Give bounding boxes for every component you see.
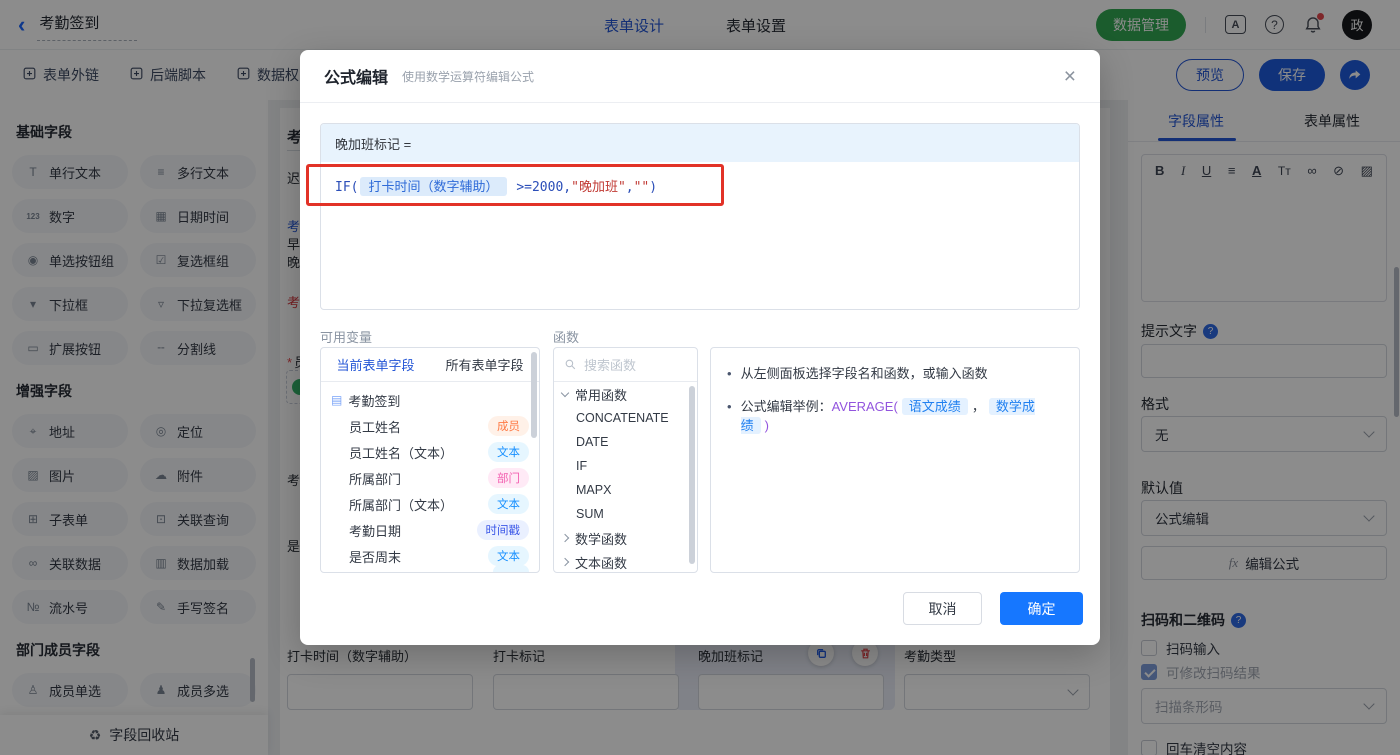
function-group-常用函数[interactable]: 常用函数 (554, 382, 697, 406)
confirm-button[interactable]: 确定 (1000, 592, 1083, 625)
variable-name: 所属部门（文本） (349, 497, 454, 513)
variables-tab-当前表单字段[interactable]: 当前表单字段 (321, 348, 430, 381)
function-item-IF[interactable]: IF (554, 454, 697, 478)
tip-text: ) (764, 418, 769, 433)
formula-target: 晚加班标记 = (321, 124, 1079, 162)
function-group-label: 常用函数 (575, 387, 628, 403)
formula-token: "" (633, 180, 650, 195)
form-file-icon: ▤ (331, 393, 343, 407)
tip-text: ， (971, 398, 985, 414)
variable-row[interactable]: 考勤日期 时间戳 (321, 517, 539, 543)
formula-token: IF( (335, 180, 359, 195)
variable-type-tag: 文本 (488, 546, 529, 566)
cancel-button[interactable]: 取消 (903, 592, 982, 625)
variable-row[interactable]: 所属部门 部门 (321, 465, 539, 491)
formula-token: , (625, 180, 634, 195)
functions-scrollbar[interactable] (689, 386, 695, 564)
variable-row[interactable]: 员工姓名（文本） 文本 (321, 439, 539, 465)
search-icon (565, 359, 576, 370)
formula-expression[interactable]: IF(打卡时间（数字辅助） >=2000,"晚加班","") (321, 162, 1079, 209)
variable-name: 员工姓名 (349, 419, 402, 435)
variable-type-tag: 时间戳 (476, 520, 529, 540)
variables-panel: 当前表单字段 所有表单字段 ▤ 考勤签到 员工姓名 成员 员工姓名（文本） 文本 所属部门 部门… (320, 347, 540, 573)
function-item-DATE[interactable]: DATE (554, 430, 697, 454)
tip-line-1: 从左侧面板选择字段名和函数，或输入函数 (740, 366, 988, 381)
variable-type-tag: 文本 (488, 442, 529, 462)
variables-tab-所有表单字段[interactable]: 所有表单字段 (430, 348, 539, 381)
bullet: • (727, 366, 732, 381)
chevron-down-icon (560, 388, 570, 397)
variable-type-tag: 文本 (488, 494, 529, 514)
variable-row[interactable]: 所属部门（文本） 文本 (321, 491, 539, 517)
variables-label: 可用变量 (320, 330, 373, 345)
variable-name: 是否周末 (349, 549, 402, 565)
variable-name: 员工姓名（文本） (349, 445, 454, 461)
variable-name: 所属部门 (349, 471, 402, 487)
function-item-MAPX[interactable]: MAPX (554, 478, 697, 502)
formula-token: "晚加班" (571, 180, 626, 195)
formula-help-panel: • 从左侧面板选择字段名和函数，或输入函数 • 公式编辑举例：AVERAGE(语文成… (710, 347, 1080, 573)
chevron-right-icon (560, 533, 570, 543)
variable-row[interactable]: 员工姓名 成员 (321, 413, 539, 439)
variables-root-node[interactable]: ▤ 考勤签到 (321, 387, 539, 413)
close-icon[interactable]: × (1064, 66, 1076, 87)
tip-text: 公式编辑举例： (740, 398, 832, 414)
function-item-CONCATENATE[interactable]: CONCATENATE (554, 406, 697, 430)
formula-editor-area[interactable]: 晚加班标记 = IF(打卡时间（数字辅助） >=2000,"晚加班","") (320, 123, 1080, 310)
formula-token: ) (649, 180, 658, 195)
partial-tag-fragment (493, 565, 529, 572)
functions-panel: 搜索函数 常用函数 CONCATENATE DATE IF MAPX SUM 数学函数文本函… (553, 347, 698, 573)
tip-text: AVERAGE( (831, 398, 898, 414)
variable-name: 考勤日期 (349, 523, 402, 539)
bullet: • (727, 398, 732, 414)
function-group-文本函数[interactable]: 文本函数 (554, 550, 697, 572)
chevron-right-icon (560, 557, 570, 567)
tip-line-2: 公式编辑举例：AVERAGE(语文成绩，数学成绩) (740, 397, 1063, 436)
field-chip[interactable]: 打卡时间（数字辅助） (360, 177, 507, 196)
variable-type-tag: 部门 (488, 468, 529, 488)
function-group-label: 数学函数 (575, 531, 628, 547)
functions-label: 函数 (553, 330, 580, 345)
root-name: 考勤签到 (348, 393, 401, 409)
function-search-input[interactable]: 搜索函数 (554, 348, 697, 382)
function-group-数学函数[interactable]: 数学函数 (554, 526, 697, 550)
formula-editor-dialog: 公式编辑 使用数学运算符编辑公式 × 晚加班标记 = IF(打卡时间（数字辅助）… (300, 50, 1100, 645)
search-placeholder: 搜索函数 (584, 358, 637, 373)
dialog-subtitle: 使用数学运算符编辑公式 (402, 69, 535, 84)
dialog-title: 公式编辑 (324, 70, 389, 87)
function-group-label: 文本函数 (575, 555, 628, 571)
example-field-chip: 语文成绩 (901, 397, 968, 415)
variable-type-tag: 成员 (488, 416, 529, 436)
variables-scrollbar[interactable] (531, 352, 537, 438)
function-item-SUM[interactable]: SUM (554, 502, 697, 526)
formula-token: >=2000, (508, 180, 572, 195)
